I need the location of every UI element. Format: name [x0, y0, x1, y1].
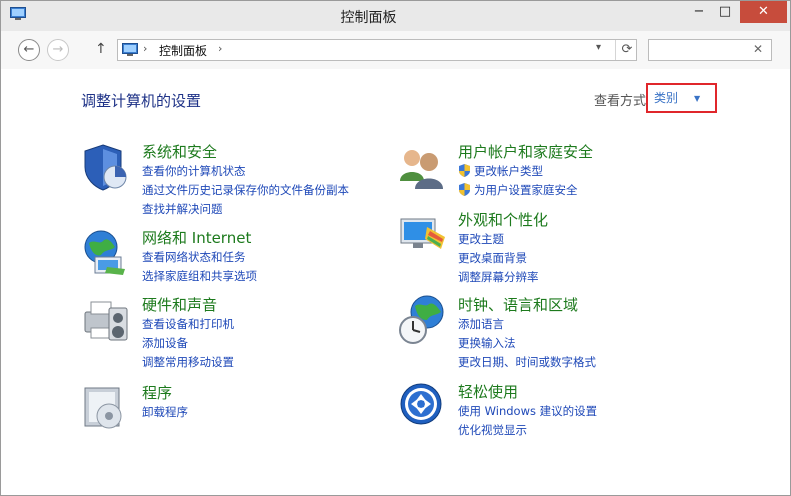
arrow-right-icon: →	[52, 42, 64, 57]
category-title[interactable]: 外观和个性化	[458, 209, 548, 230]
breadcrumb-chevron-icon[interactable]: ›	[218, 42, 222, 55]
network-globe-icon[interactable]	[81, 227, 133, 279]
minimize-button[interactable]: −	[687, 1, 711, 23]
main-content: 调整计算机的设置 查看方式 类别 ▼ 系统和安全 查看你的计算机状态 通过文件历…	[1, 69, 790, 495]
printer-icon[interactable]	[81, 294, 133, 346]
window-title: 控制面板	[340, 10, 397, 26]
view-by-label: 查看方式	[594, 94, 647, 109]
category-link[interactable]: 卸载程序	[142, 403, 188, 422]
category-title[interactable]: 用户帐户和家庭安全	[458, 141, 593, 162]
programs-icon[interactable]	[81, 382, 133, 434]
address-bar[interactable]: › 控制面板 › ▾ ⟳	[117, 39, 637, 61]
link-text[interactable]: 为用户设置家庭安全	[474, 183, 578, 197]
forward-button[interactable]: →	[47, 39, 69, 61]
category-link[interactable]: 使用 Windows 建议的设置	[458, 402, 597, 421]
category-link[interactable]: 查看设备和打印机	[142, 315, 234, 334]
category-title[interactable]: 网络和 Internet	[142, 227, 251, 248]
category-link[interactable]: 选择家庭组和共享选项	[142, 267, 257, 286]
title-bar[interactable]: 控制面板 − □ ✕	[1, 1, 790, 31]
view-by-highlight: 类别 ▼	[646, 83, 717, 113]
close-button[interactable]: ✕	[740, 1, 787, 23]
category-link[interactable]: 更改日期、时间或数字格式	[458, 353, 596, 372]
category-title[interactable]: 时钟、语言和区域	[458, 294, 578, 315]
category-link[interactable]: 调整屏幕分辨率	[458, 268, 539, 287]
breadcrumb-chevron-icon[interactable]: ›	[143, 42, 147, 55]
arrow-up-icon: ↑	[95, 41, 107, 57]
arrow-left-icon: ←	[23, 42, 35, 57]
category-link[interactable]: 查看网络状态和任务	[142, 248, 257, 267]
category-link[interactable]: 优化视觉显示	[458, 421, 597, 440]
category-link[interactable]: 更改帐户类型	[458, 162, 578, 181]
control-panel-window: 控制面板 − □ ✕ ← → ↑ › 控制面板 › ▾ ⟳ ✕ 调整计算机的设置…	[0, 0, 791, 496]
category-link[interactable]: 添加语言	[458, 315, 596, 334]
category-link[interactable]: 查看你的计算机状态	[142, 162, 349, 181]
link-text[interactable]: 更改帐户类型	[474, 164, 543, 178]
page-title: 调整计算机的设置	[81, 92, 202, 110]
uac-shield-icon	[459, 183, 470, 196]
category-link[interactable]: 更换输入法	[458, 334, 596, 353]
uac-shield-icon	[459, 164, 470, 177]
control-panel-icon	[122, 43, 138, 56]
category-link[interactable]: 更改桌面背景	[458, 249, 539, 268]
view-by-dropdown[interactable]: 类别 ▼	[654, 89, 705, 105]
maximize-button[interactable]: □	[713, 1, 737, 23]
category-link[interactable]: 添加设备	[142, 334, 234, 353]
category-link[interactable]: 查找并解决问题	[142, 200, 349, 219]
category-title[interactable]: 程序	[142, 382, 172, 403]
category-title[interactable]: 轻松使用	[458, 381, 518, 402]
category-title[interactable]: 系统和安全	[142, 141, 217, 162]
refresh-button[interactable]: ⟳	[615, 40, 638, 60]
view-by-value: 类别	[654, 91, 679, 105]
category-title[interactable]: 硬件和声音	[142, 294, 217, 315]
clock-globe-icon[interactable]	[397, 294, 449, 346]
breadcrumb-control-panel[interactable]: 控制面板	[159, 42, 207, 59]
address-dropdown-icon[interactable]: ▾	[596, 42, 601, 53]
up-button[interactable]: ↑	[95, 41, 107, 57]
clear-search-icon[interactable]: ✕	[753, 42, 763, 56]
ease-of-access-icon[interactable]	[397, 381, 449, 433]
category-link[interactable]: 通过文件历史记录保存你的文件备份副本	[142, 181, 349, 200]
back-button[interactable]: ←	[18, 39, 40, 61]
users-icon[interactable]	[397, 141, 449, 193]
search-box[interactable]: ✕	[648, 39, 772, 61]
navigation-bar: ← → ↑ › 控制面板 › ▾ ⟳ ✕	[1, 31, 790, 69]
category-link[interactable]: 更改主题	[458, 230, 539, 249]
shield-icon[interactable]	[81, 141, 133, 193]
dropdown-arrow-icon: ▼	[694, 94, 701, 103]
category-link[interactable]: 为用户设置家庭安全	[458, 181, 578, 200]
category-link[interactable]: 调整常用移动设置	[142, 353, 234, 372]
monitor-palette-icon[interactable]	[397, 209, 449, 261]
